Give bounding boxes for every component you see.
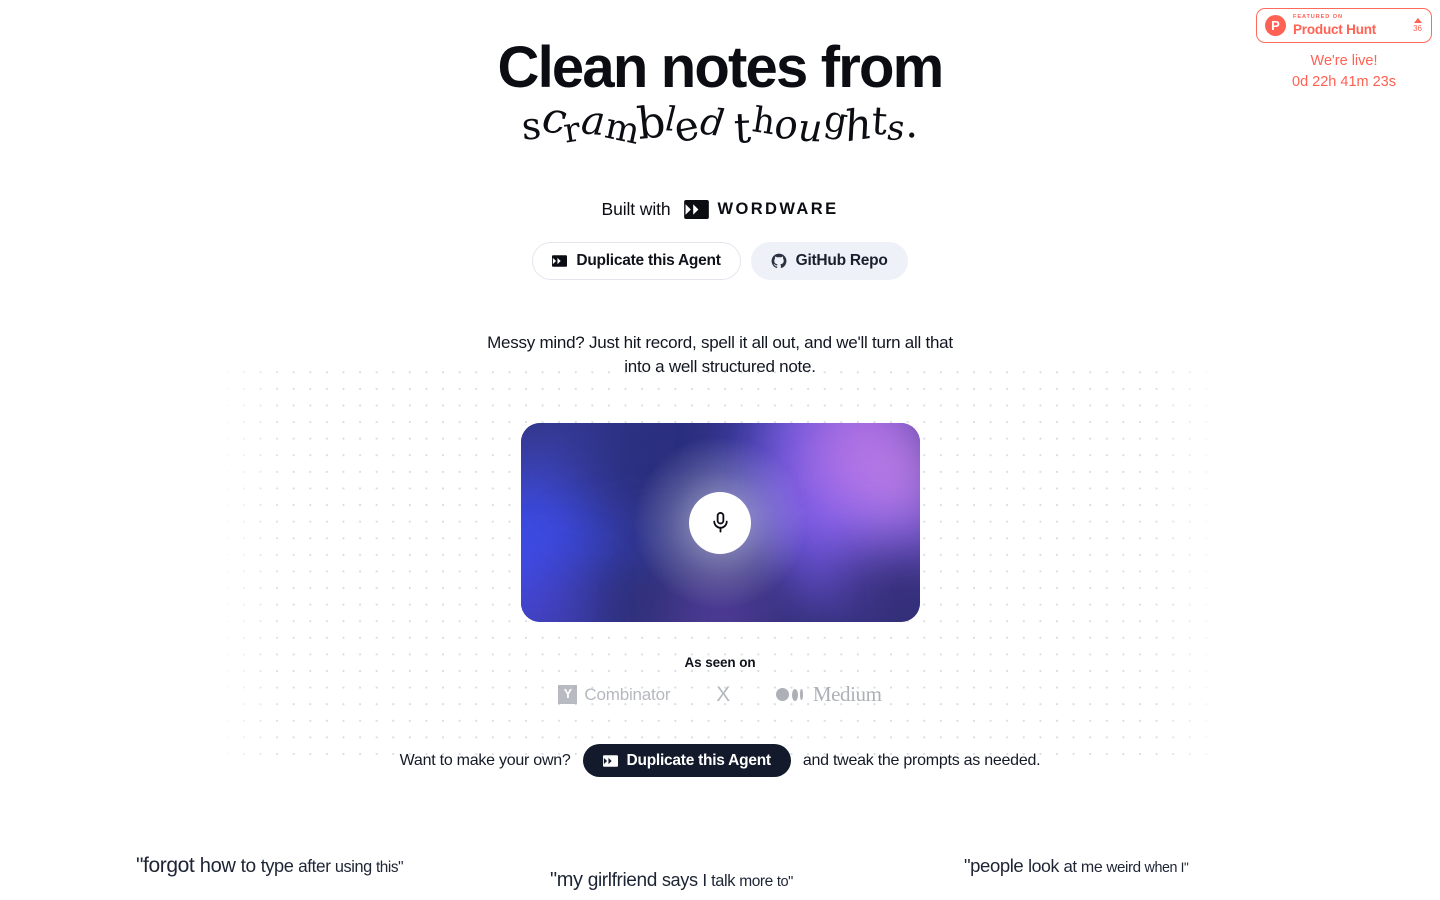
product-hunt-name: Product Hunt bbox=[1293, 21, 1377, 37]
github-repo-button[interactable]: GitHub Repo bbox=[750, 241, 908, 280]
product-hunt-area: P FEATURED ON Product Hunt 36 We're live… bbox=[1256, 8, 1432, 92]
testimonial-text: "forgot how to type after using this" bbox=[136, 852, 476, 880]
testimonial-word: I" bbox=[1180, 860, 1189, 875]
built-with-row: Built with WORDWARE bbox=[0, 199, 1440, 220]
as-seen-on-title: As seen on bbox=[684, 655, 756, 671]
page-subtitle-scrambled: scrambled thoughts. bbox=[520, 91, 922, 153]
product-hunt-vote-count: 36 bbox=[1413, 24, 1422, 34]
x-mark-icon: X bbox=[716, 683, 731, 707]
as-seen-on-section: As seen on Y Combinator X Medium bbox=[0, 655, 1440, 707]
testimonial-word: weird bbox=[1106, 859, 1145, 876]
product-hunt-text: FEATURED ON Product Hunt bbox=[1293, 14, 1404, 37]
wordware-logo-icon bbox=[683, 199, 709, 219]
testimonial-word: talk bbox=[711, 872, 740, 890]
duplicate-agent-label: Duplicate this Agent bbox=[576, 251, 721, 269]
wordware-wordmark: WORDWARE bbox=[717, 199, 839, 218]
github-repo-label: GitHub Repo bbox=[795, 251, 888, 269]
product-hunt-logo-icon: P bbox=[1265, 15, 1286, 37]
testimonial-word: at bbox=[1063, 857, 1081, 876]
testimonial-word: I bbox=[702, 870, 712, 890]
testimonial-word: to" bbox=[776, 874, 794, 890]
cta-duplicate-agent-button[interactable]: Duplicate this Agent bbox=[582, 744, 791, 778]
testimonial-card: "forgot how to type after using this" bbox=[136, 852, 476, 894]
medium-logo: Medium bbox=[776, 682, 882, 707]
recorder-card[interactable] bbox=[520, 423, 920, 623]
cta-button-label: Duplicate this Agent bbox=[626, 751, 772, 769]
medium-mark-icon bbox=[776, 688, 803, 702]
x-twitter-logo: X bbox=[716, 684, 730, 705]
medium-label: Medium bbox=[812, 682, 882, 707]
recorder-section bbox=[0, 423, 1440, 623]
testimonial-word: to bbox=[240, 856, 261, 877]
cta-suffix: and tweak the prompts as needed. bbox=[802, 751, 1041, 769]
testimonial-word: look bbox=[1028, 856, 1064, 876]
testimonials-section: "forgot how to type after using this" "m… bbox=[0, 852, 1440, 894]
hero-button-row: Duplicate this Agent GitHub Repo bbox=[0, 241, 1440, 280]
product-hunt-badge[interactable]: P FEATURED ON Product Hunt 36 bbox=[1256, 8, 1432, 44]
ycombinator-label: Combinator bbox=[584, 684, 671, 704]
testimonial-word: more bbox=[739, 873, 777, 890]
testimonial-word: this" bbox=[375, 859, 404, 876]
wordware-lockup[interactable]: WORDWARE bbox=[683, 199, 839, 219]
landing-page: P FEATURED ON Product Hunt 36 We're live… bbox=[0, 0, 1440, 900]
ycombinator-logo: Y Combinator bbox=[558, 685, 670, 705]
testimonial-word: using bbox=[334, 858, 376, 876]
testimonial-text: "people look at me weird when I" bbox=[964, 854, 1304, 879]
testimonial-word: how bbox=[199, 855, 241, 877]
built-with-label: Built with bbox=[601, 198, 671, 219]
testimonial-word: when bbox=[1144, 860, 1181, 876]
page-title: Clean notes from bbox=[497, 35, 945, 100]
testimonial-word: "my bbox=[550, 869, 588, 891]
github-icon bbox=[771, 253, 787, 268]
testimonial-word: after bbox=[298, 856, 335, 876]
testimonial-text: "my girlfriend says I talk more to" bbox=[550, 867, 890, 894]
hero-tagline: Messy mind? Just hit record, spell it al… bbox=[487, 332, 953, 377]
wordware-mark-icon bbox=[602, 754, 618, 767]
as-seen-on-logos: Y Combinator X Medium bbox=[0, 682, 1440, 707]
product-hunt-kicker: FEATURED ON bbox=[1293, 14, 1343, 20]
duplicate-agent-button[interactable]: Duplicate this Agent bbox=[532, 241, 741, 280]
record-button[interactable] bbox=[689, 491, 751, 554]
testimonial-word: "people bbox=[964, 855, 1029, 876]
wordware-mark-icon bbox=[552, 255, 568, 267]
hero-section: Clean notes from scrambled thoughts. Bui… bbox=[0, 0, 1440, 778]
cta-prefix: Want to make your own? bbox=[399, 751, 571, 769]
cta-row: Want to make your own? Duplicate this Ag… bbox=[0, 744, 1440, 778]
testimonial-word: says bbox=[661, 870, 703, 890]
testimonial-word: girlfriend bbox=[587, 870, 662, 891]
testimonial-card: "my girlfriend says I talk more to" bbox=[550, 852, 890, 894]
testimonial-card: "people look at me weird when I" bbox=[964, 852, 1304, 894]
testimonial-word: me bbox=[1080, 859, 1107, 876]
ycombinator-mark-icon: Y bbox=[558, 685, 578, 705]
upvote-caret-icon bbox=[1413, 18, 1422, 24]
product-hunt-votes[interactable]: 36 bbox=[1411, 18, 1422, 33]
microphone-icon bbox=[712, 512, 728, 533]
testimonial-word: "forgot bbox=[136, 854, 200, 877]
live-label: We're live! bbox=[1310, 53, 1378, 70]
countdown-timer: 0d 22h 41m 23s bbox=[1292, 73, 1396, 90]
testimonial-word: type bbox=[260, 856, 299, 876]
